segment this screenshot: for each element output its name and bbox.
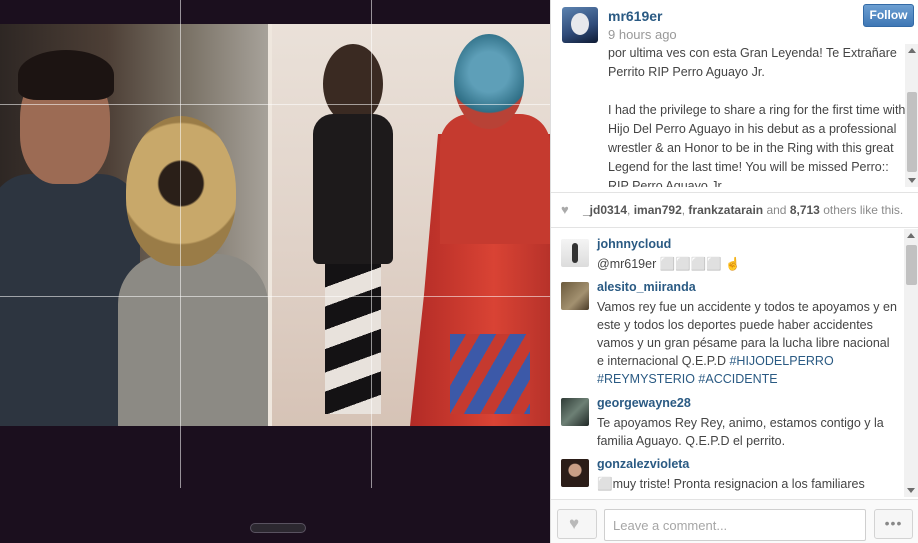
avatar[interactable] [561, 239, 589, 267]
likes-suffix: others like this. [823, 203, 904, 217]
photo-viewer [0, 0, 550, 543]
post-time: 9 hours ago [608, 27, 677, 42]
liker-link[interactable]: _jd0314 [583, 203, 627, 217]
owner-username[interactable]: mr619er [608, 8, 663, 24]
gold-mask [126, 116, 236, 266]
likes-summary: ♥ _jd0314, iman792, frankzatarain and 8,… [551, 192, 918, 228]
boy-legs [325, 264, 381, 414]
comment-text: Te apoyamos Rey Rey, animo, estamos cont… [597, 416, 884, 448]
comment-body: Vamos rey fue un accidente y todos te ap… [597, 298, 899, 388]
hashtag-link[interactable]: #REYMYSTERIO [597, 372, 695, 386]
caption-paragraph: por ultima ves con esta Gran Leyenda! Te… [608, 46, 897, 79]
liker-link[interactable]: iman792 [634, 203, 682, 217]
boy-head [323, 44, 383, 124]
avatar[interactable] [562, 7, 598, 43]
like-button[interactable]: ♥ [557, 509, 597, 539]
heart-icon: ♥ [569, 514, 580, 533]
comment-text: @mr619er ⬜⬜⬜⬜ ☝ [597, 257, 742, 271]
grid-line [371, 0, 372, 488]
avatar-figure [572, 243, 578, 263]
boy-body [313, 114, 393, 264]
scroll-down-icon[interactable] [907, 488, 915, 493]
grid-line [180, 0, 181, 488]
hashtag-link[interactable]: #HIJODELPERRO [729, 354, 833, 368]
scroll-up-icon[interactable] [907, 233, 915, 238]
masked-man-suit [118, 254, 268, 426]
comments-scrollbar[interactable] [904, 229, 918, 497]
comment-text: ⬜muy triste! Pronta resignacion a los fa… [597, 477, 865, 491]
comment-username[interactable]: gonzalezvioleta [597, 457, 689, 471]
comment-input[interactable] [604, 509, 866, 541]
avatar[interactable] [561, 282, 589, 310]
masked-luchador [440, 34, 550, 414]
young-wrestler [305, 44, 400, 414]
photo-left-panel [0, 24, 268, 426]
grid-line [0, 296, 550, 297]
luchador-legs [450, 334, 530, 414]
scroll-down-icon[interactable] [908, 178, 916, 183]
likes-count[interactable]: 8,713 [790, 203, 820, 217]
separator: and [763, 203, 790, 217]
grid-line [0, 104, 550, 105]
post-caption: por ultima ves con esta Gran Leyenda! Te… [608, 44, 908, 187]
post-header: mr619er 9 hours ago Follow por ultima ve… [551, 0, 918, 192]
avatar-mask [571, 13, 589, 35]
comment-username[interactable]: johnnycloud [597, 237, 671, 251]
post-details-panel: mr619er 9 hours ago Follow por ultima ve… [550, 0, 918, 543]
luchador-body [440, 114, 550, 244]
luchador-mask [454, 34, 524, 129]
comment-username[interactable]: georgewayne28 [597, 396, 691, 410]
post-photo[interactable] [0, 24, 550, 426]
heart-icon: ♥ [561, 202, 569, 217]
more-dots-icon[interactable]: ••• [874, 509, 913, 539]
comment-bar: ♥ ••• [551, 499, 918, 543]
likes-text: _jd0314, iman792, frankzatarain and 8,71… [583, 203, 903, 217]
caption-scrollbar[interactable] [905, 44, 918, 187]
follow-button[interactable]: Follow [863, 4, 914, 27]
scroll-up-icon[interactable] [908, 48, 916, 53]
drag-handle[interactable] [250, 523, 306, 533]
man-hair [18, 50, 114, 100]
scrollbar-thumb[interactable] [907, 92, 917, 172]
avatar[interactable] [561, 398, 589, 426]
caption-paragraph: I had the privilege to share a ring for … [608, 103, 906, 187]
comment-username[interactable]: alesito_miiranda [597, 280, 696, 294]
hashtag-link[interactable]: #ACCIDENTE [698, 372, 777, 386]
scrollbar-thumb[interactable] [906, 245, 917, 285]
comments-list: johnnycloud @mr619er ⬜⬜⬜⬜ ☝ alesito_miir… [551, 229, 903, 497]
liker-link[interactable]: frankzatarain [688, 203, 763, 217]
separator: , [627, 203, 634, 217]
avatar[interactable] [561, 459, 589, 487]
